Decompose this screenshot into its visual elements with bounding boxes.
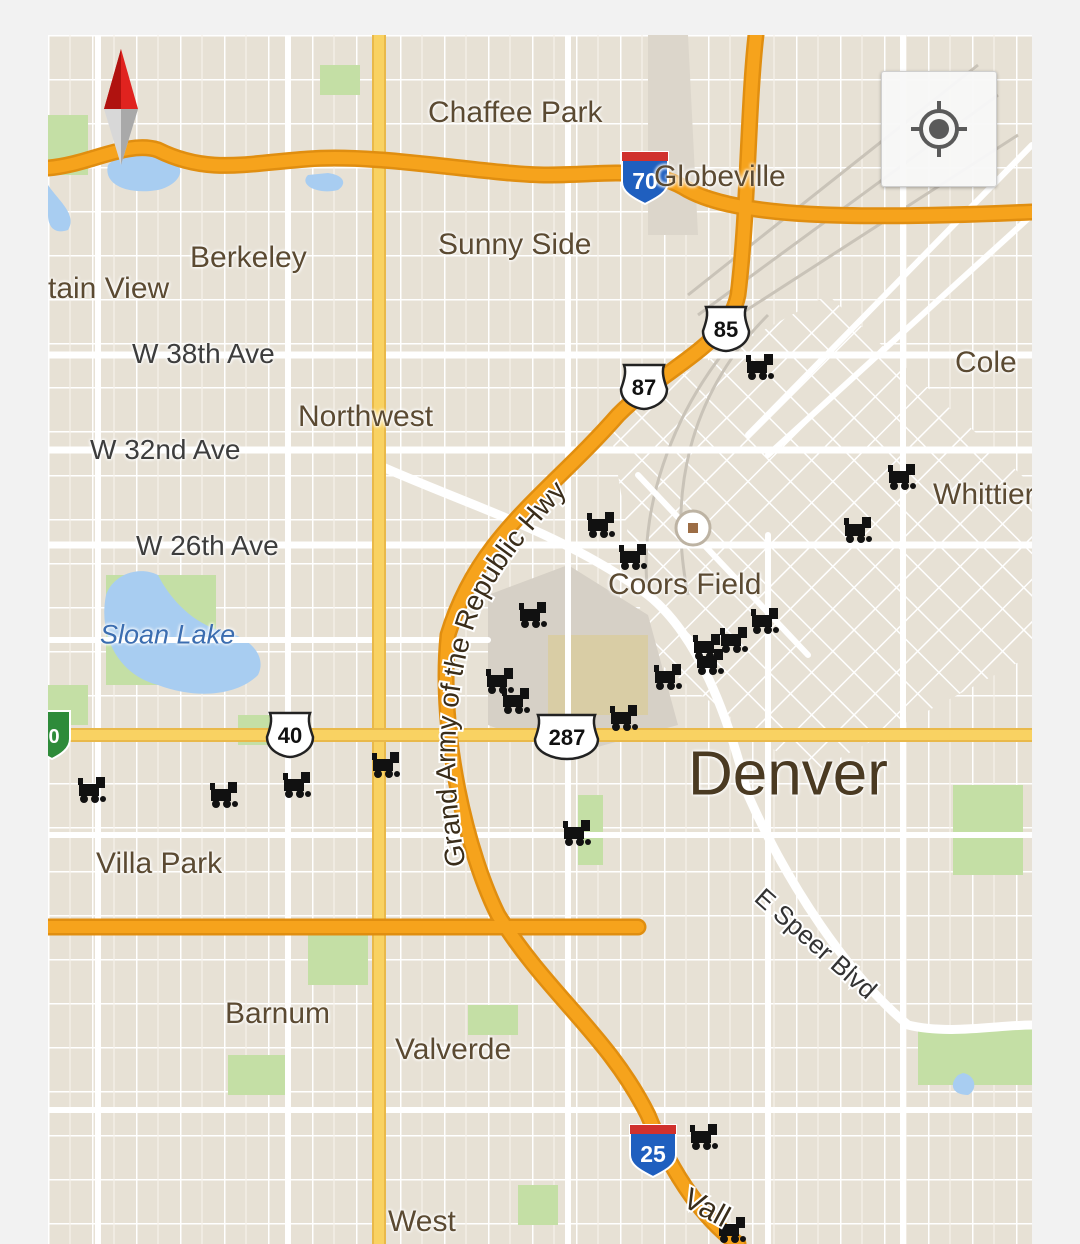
svg-text:87: 87 — [632, 375, 656, 400]
my-location-icon — [911, 101, 967, 157]
us-40-shield: 40 — [265, 711, 315, 759]
neighborhood-label: Whittier — [933, 478, 1032, 511]
water-label: Sloan Lake — [100, 619, 236, 650]
svg-text:25: 25 — [640, 1141, 666, 1167]
street-label: W 26th Ave — [136, 530, 279, 561]
svg-text:0: 0 — [48, 726, 59, 748]
street-label: W 32nd Ave — [90, 434, 241, 465]
neighborhood-label: Sunny Side — [438, 228, 592, 261]
map-view[interactable]: 70 25 85 87 40 287 0 Grand Army of the R… — [48, 35, 1032, 1244]
us-85-shield: 85 — [701, 305, 751, 353]
neighborhood-label: tain View — [48, 272, 170, 305]
neighborhood-label: Chaffee Park — [428, 96, 603, 129]
svg-text:287: 287 — [549, 725, 586, 750]
us-287-shield: 287 — [533, 713, 600, 761]
neighborhood-label: Globeville — [654, 160, 786, 193]
stadium-icon — [674, 509, 712, 547]
street-label: W 38th Ave — [132, 338, 275, 369]
my-location-button[interactable] — [881, 71, 997, 187]
neighborhood-label: West — [388, 1205, 456, 1238]
compass-icon[interactable] — [100, 47, 142, 167]
city-label: Denver — [688, 739, 888, 809]
neighborhood-label: Villa Park — [96, 847, 223, 880]
neighborhood-label: Cole — [955, 346, 1017, 379]
svg-text:40: 40 — [278, 723, 302, 748]
svg-text:85: 85 — [714, 317, 738, 342]
neighborhood-label: Barnum — [225, 997, 331, 1030]
neighborhood-label: Berkeley — [190, 241, 307, 274]
us-87-shield: 87 — [619, 363, 669, 411]
landmark-label: Coors Field — [608, 568, 762, 601]
neighborhood-label: Valverde — [395, 1033, 512, 1066]
neighborhood-label: Northwest — [298, 400, 434, 433]
